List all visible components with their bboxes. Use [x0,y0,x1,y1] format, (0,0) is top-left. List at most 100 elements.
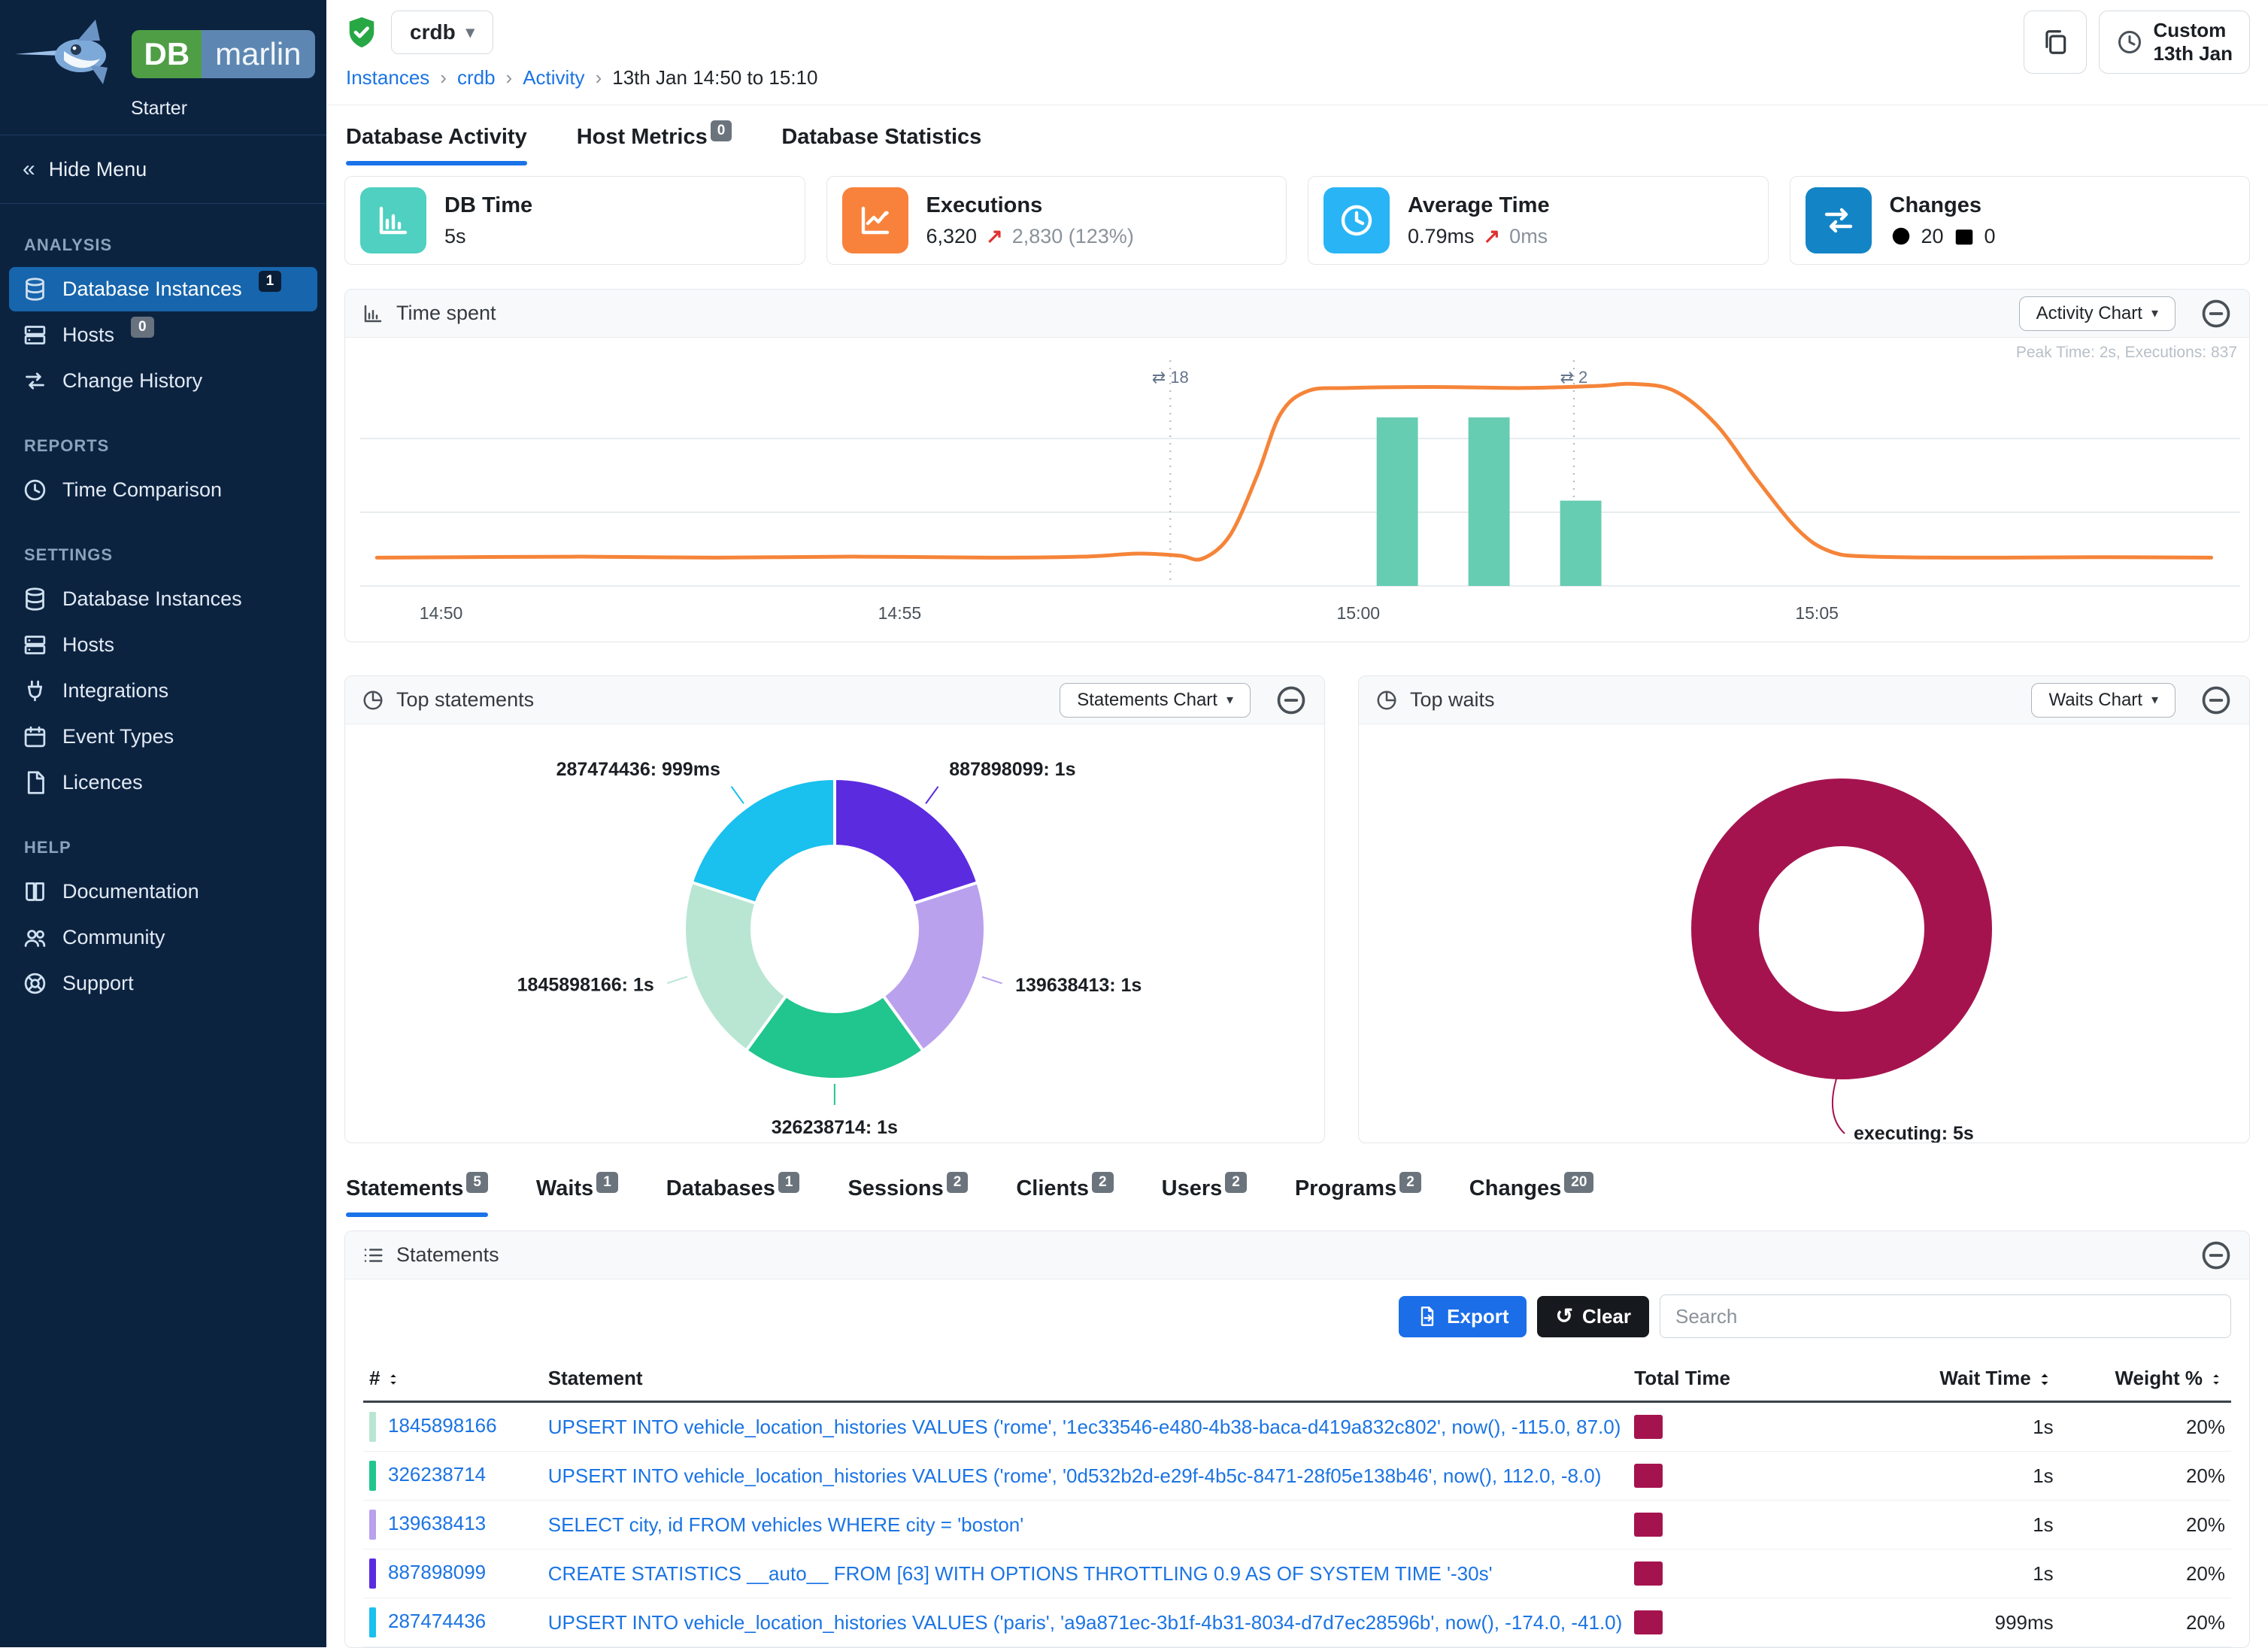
activity-chart[interactable]: ⇄ 18⇄ 214:5014:5515:0015:05Peak Time: 2s… [345,338,2249,642]
panel-title: Top waits [1410,688,1495,712]
logo-marlin-text: marlin [202,30,314,78]
tab-badge: 2 [1225,1172,1247,1193]
export-button[interactable]: Export [1399,1296,1527,1337]
tab-clients[interactable]: Clients2 [1016,1176,1113,1217]
tab-users[interactable]: Users2 [1162,1176,1247,1217]
tab-badge: 1 [596,1172,618,1193]
statement-id-link[interactable]: 139638413 [388,1512,486,1534]
collapse-panel-icon[interactable] [2200,684,2233,717]
clear-button[interactable]: ↺ Clear [1537,1296,1649,1337]
time-range-button[interactable]: Custom 13th Jan [2099,11,2251,74]
total-time-bar [1634,1464,1663,1488]
sidebar-item-hosts[interactable]: Hosts 0 [9,313,317,357]
collapse-panel-icon[interactable] [1275,684,1308,717]
weight-value: 20% [2060,1402,2231,1452]
search-input[interactable] [1660,1294,2231,1338]
sidebar-item-community[interactable]: Community [9,915,317,960]
tab-host-metrics[interactable]: Host Metrics0 [577,125,732,165]
wait-time-value: 999ms [1774,1598,2060,1647]
breadcrumb-instances[interactable]: Instances [346,66,429,90]
statement-id-link[interactable]: 1845898166 [388,1414,497,1437]
statement-link[interactable]: UPSERT INTO vehicle_location_histories V… [548,1611,1623,1634]
info-icon[interactable] [1890,225,1912,247]
chevron-down-icon: ▾ [2151,305,2158,321]
bar-chart-icon [362,302,384,325]
tab-database-activity[interactable]: Database Activity [346,125,527,165]
svg-text:139638413: 1s: 139638413: 1s [1015,975,1142,996]
tab-waits[interactable]: Waits1 [536,1176,618,1217]
lifebuoy-icon [23,971,47,996]
delta-value: 0ms [1509,225,1548,248]
statement-link[interactable]: UPSERT INTO vehicle_location_histories V… [548,1416,1621,1438]
server-icon [23,633,47,657]
collapse-panel-icon[interactable] [2200,297,2233,330]
tab-statements[interactable]: Statements5 [346,1176,488,1217]
statement-color-bar [369,1558,376,1589]
activity-chart-selector[interactable]: Activity Chart▾ [2019,296,2176,331]
statement-color-bar [369,1412,376,1442]
card-value: 6,320 ↗ 2,830 (123%) [926,225,1134,248]
card-value: 5s [444,225,532,248]
chevron-down-icon: ▾ [466,23,475,42]
weight-value: 20% [2060,1549,2231,1598]
sort-icon[interactable] [2207,1370,2225,1389]
sidebar-item-time-comparison[interactable]: Time Comparison [9,468,317,512]
sidebar-item-label: Licences [62,771,143,794]
sidebar-item-database-instances[interactable]: Database Instances 1 [9,267,317,311]
sort-icon[interactable] [384,1370,402,1389]
waits-chart-selector[interactable]: Waits Chart▾ [2031,683,2176,718]
top-waits-panel: Top waits Waits Chart▾ executing: 5s [1358,675,2250,1143]
bar-chart-icon [360,187,426,253]
document-icon [23,770,47,795]
section-analysis: ANALYSIS [0,204,326,266]
instance-selector[interactable]: crdb ▾ [391,11,493,54]
breadcrumb-separator: › [440,66,447,90]
copy-link-button[interactable] [2024,11,2087,74]
statements-donut-chart[interactable]: 887898099: 1s139638413: 1s326238714: 1s1… [345,724,1324,1143]
sidebar-item-licences[interactable]: Licences [9,760,317,805]
breadcrumb-crdb[interactable]: crdb [457,66,496,90]
calendar-icon[interactable] [1953,225,1975,247]
sidebar-item-settings-hosts[interactable]: Hosts [9,623,317,667]
collapse-panel-icon[interactable] [2200,1239,2233,1272]
tab-sessions[interactable]: Sessions2 [847,1176,968,1217]
breadcrumb-activity[interactable]: Activity [523,66,584,90]
statement-id-link[interactable]: 326238714 [388,1463,486,1486]
table-row: 1845898166 UPSERT INTO vehicle_location_… [363,1402,2231,1452]
sidebar-item-label: Database Instances [62,587,242,611]
sidebar-item-integrations[interactable]: Integrations [9,669,317,713]
table-list-icon [362,1244,384,1267]
statement-link[interactable]: SELECT city, id FROM vehicles WHERE city… [548,1513,1023,1536]
calendar-icon [23,724,47,749]
sidebar-item-support[interactable]: Support [9,961,317,1006]
sidebar-item-documentation[interactable]: Documentation [9,870,317,914]
total-time-bar [1634,1610,1663,1634]
tab-badge: 2 [1399,1172,1421,1193]
wait-time-value: 1s [1774,1501,2060,1549]
clock-icon [1324,187,1390,253]
tab-badge: 1 [778,1172,800,1193]
statement-link[interactable]: UPSERT INTO vehicle_location_histories V… [548,1464,1602,1487]
waits-donut-chart[interactable]: executing: 5s [1359,724,2249,1143]
sidebar-item-event-types[interactable]: Event Types [9,715,317,759]
tab-changes[interactable]: Changes20 [1469,1176,1594,1217]
export-icon [1417,1306,1438,1327]
statement-id-link[interactable]: 887898099 [388,1561,486,1583]
tab-databases[interactable]: Databases1 [666,1176,800,1217]
main-tabbar: Database Activity Host Metrics0 Database… [326,105,2268,165]
sort-icon-active[interactable] [2036,1370,2054,1389]
statement-color-bar [369,1461,376,1491]
total-time-bar [1634,1562,1663,1586]
statement-id-link[interactable]: 287474436 [388,1610,486,1632]
tab-programs[interactable]: Programs2 [1295,1176,1421,1217]
card-changes: Changes 20 0 [1790,176,2251,265]
changes-calendar-count: 0 [1984,225,1996,248]
hide-menu-button[interactable]: « Hide Menu [0,135,326,204]
statements-donut-svg: 887898099: 1s139638413: 1s326238714: 1s1… [345,724,1324,1143]
people-icon [23,925,47,950]
statement-link[interactable]: CREATE STATISTICS __auto__ FROM [63] WIT… [548,1562,1493,1585]
sidebar-item-change-history[interactable]: Change History [9,359,317,403]
tab-database-statistics[interactable]: Database Statistics [781,125,981,165]
sidebar-item-settings-database-instances[interactable]: Database Instances [9,577,317,621]
statements-chart-selector[interactable]: Statements Chart▾ [1060,683,1251,718]
